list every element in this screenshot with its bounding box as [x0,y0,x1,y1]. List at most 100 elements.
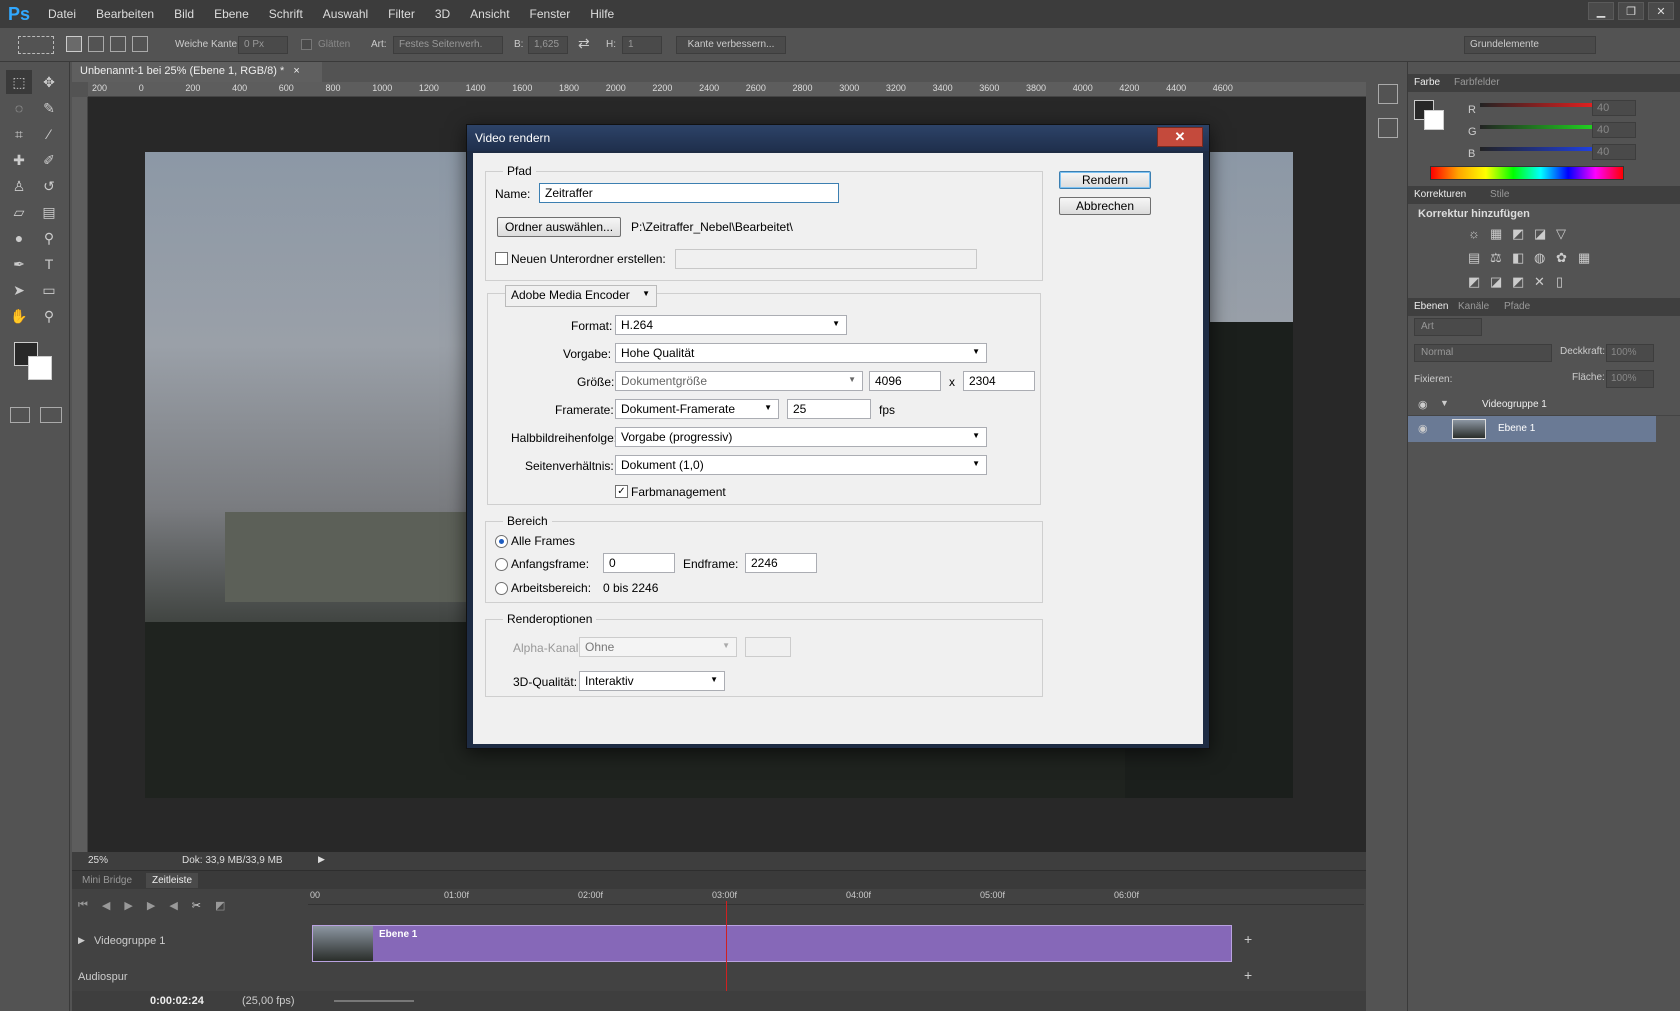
hand-tool-icon[interactable]: ✋ [6,304,32,328]
quickmask-icon[interactable] [10,407,30,423]
dialog-close-button[interactable]: ✕ [1157,127,1203,147]
menu-bearbeiten[interactable]: Bearbeiten [86,7,164,21]
first-frame-icon[interactable]: ⏮ [78,899,88,912]
posterize-icon[interactable]: ◪ [1490,274,1512,290]
brush-tool-icon[interactable]: ✐ [36,148,62,172]
hue-icon[interactable]: ▤ [1468,250,1490,266]
stamp-tool-icon[interactable]: ♙ [6,174,32,198]
brightness-icon[interactable]: ☼ [1468,226,1490,242]
channel-mixer-icon[interactable]: ✿ [1556,250,1578,266]
lasso-tool-icon[interactable]: ◌ [6,96,32,120]
swap-icon[interactable]: ⇄ [578,35,590,52]
quick-selection-icon[interactable]: ✎ [36,96,62,120]
tab-korrekturen[interactable]: Korrekturen [1414,189,1466,200]
tab-ebenen[interactable]: Ebenen [1414,301,1448,312]
audio-toggle-icon[interactable]: ◀ [169,899,177,912]
scissors-icon[interactable]: ✂ [192,899,201,912]
dodge-tool-icon[interactable]: ⚲ [36,226,62,250]
g-value[interactable]: 40 [1592,122,1636,138]
opacity-input[interactable]: 100% [1606,344,1654,362]
healing-brush-icon[interactable]: ✚ [6,148,32,172]
tab-pfade[interactable]: Pfade [1504,301,1530,312]
height-input[interactable]: 2304 [963,371,1035,391]
format-select[interactable]: H.264 ▼ [615,315,847,335]
work-area-radio[interactable] [495,582,508,595]
quality-select[interactable]: Interaktiv ▼ [579,671,725,691]
b-slider[interactable] [1480,147,1592,151]
levels-icon[interactable]: ▦ [1490,226,1512,242]
menu-schrift[interactable]: Schrift [259,7,313,21]
blur-tool-icon[interactable]: ● [6,226,32,250]
screen-mode-icon[interactable] [40,407,62,423]
transition-icon[interactable]: ◩ [215,899,225,912]
type-tool-icon[interactable]: T [36,252,62,276]
b-value[interactable]: 40 [1592,144,1636,160]
style-select[interactable]: Festes Seitenverh. [393,36,503,54]
color-spectrum[interactable] [1430,166,1624,180]
tab-farbfelder[interactable]: Farbfelder [1454,77,1500,88]
color-management-checkbox[interactable]: ✓ [615,485,628,498]
history-brush-icon[interactable]: ↺ [36,174,62,198]
path-selection-icon[interactable]: ➤ [6,278,32,302]
playhead[interactable] [726,901,728,993]
color-lookup-icon[interactable]: ▦ [1578,250,1600,266]
balance-icon[interactable]: ⚖ [1490,250,1512,266]
start-frame-input[interactable]: 0 [603,553,675,573]
menu-bild[interactable]: Bild [164,7,204,21]
width-input[interactable]: 1,625 [528,36,568,54]
zoom-slider[interactable] [334,1000,414,1002]
gradient-map-icon[interactable]: ▯ [1556,274,1578,290]
menu-filter[interactable]: Filter [378,7,425,21]
layer-filter-select[interactable]: Art [1414,318,1482,336]
fill-input[interactable]: 100% [1606,370,1654,388]
start-frame-radio[interactable] [495,558,508,571]
all-frames-radio[interactable] [495,535,508,548]
g-slider[interactable] [1480,125,1592,129]
framerate-select[interactable]: Dokument-Framerate ▼ [615,399,779,419]
width-input[interactable]: 4096 [869,371,941,391]
video-clip[interactable]: Ebene 1 [312,925,1232,962]
menu-ebene[interactable]: Ebene [204,7,259,21]
marquee-preset-icon[interactable] [18,36,54,54]
layer-row-group[interactable]: ◉ ▼ Videogruppe 1 [1408,394,1680,416]
add-audio-icon[interactable]: + [1244,967,1252,983]
group-expand-icon[interactable]: ▼ [1440,398,1449,408]
eraser-tool-icon[interactable]: ▱ [6,200,32,224]
move-tool-icon[interactable]: ✥ [36,70,62,94]
next-frame-icon[interactable]: ▶ [147,899,155,912]
play-icon[interactable]: ▶ [124,899,132,912]
close-window-button[interactable]: ✕ [1648,2,1674,20]
timeline-ruler[interactable]: 00 01:00f 02:00f 03:00f 04:00f 05:00f 06:00f [308,889,1364,905]
tab-mini-bridge[interactable]: Mini Bridge [76,873,138,888]
photo-filter-icon[interactable]: ◍ [1534,250,1556,266]
document-tab[interactable]: Unbenannt-1 bei 25% (Ebene 1, RGB/8) * × [72,62,322,82]
antialias-checkbox[interactable] [301,39,312,50]
render-button[interactable]: Rendern [1059,171,1151,189]
color-bg-swatch[interactable] [1424,110,1444,130]
subtract-selection-icon[interactable] [110,36,126,52]
choose-folder-button[interactable]: Ordner auswählen... [497,217,621,237]
refine-edge-button[interactable]: Kante verbessern... [676,36,786,54]
zoom-level[interactable]: 25% [88,855,108,866]
prev-frame-icon[interactable]: ◀ [102,899,110,912]
blend-mode-select[interactable]: Normal [1414,344,1552,362]
alpha-select[interactable]: Ohne ▼ [579,637,737,657]
field-order-select[interactable]: Vorgabe (progressiv) ▼ [615,427,987,447]
add-media-icon[interactable]: + [1244,931,1252,947]
close-tab-icon[interactable]: × [293,65,299,77]
exposure-icon[interactable]: ◪ [1534,226,1556,242]
eyedropper-icon[interactable]: ⁄ [36,122,62,146]
aspect-select[interactable]: Dokument (1,0) ▼ [615,455,987,475]
pen-tool-icon[interactable]: ✒ [6,252,32,276]
bw-icon[interactable]: ◧ [1512,250,1534,266]
menu-auswahl[interactable]: Auswahl [313,7,378,21]
visibility-eye-icon-2[interactable]: ◉ [1418,422,1428,435]
add-selection-icon[interactable] [88,36,104,52]
visibility-eye-icon[interactable]: ◉ [1418,398,1428,411]
invert-icon[interactable]: ◩ [1468,274,1490,290]
history-panel-icon[interactable] [1378,84,1398,104]
tab-stile[interactable]: Stile [1490,189,1509,200]
r-slider[interactable] [1480,103,1592,107]
new-selection-icon[interactable] [66,36,82,52]
expand-track-icon[interactable]: ▶ [78,935,85,946]
